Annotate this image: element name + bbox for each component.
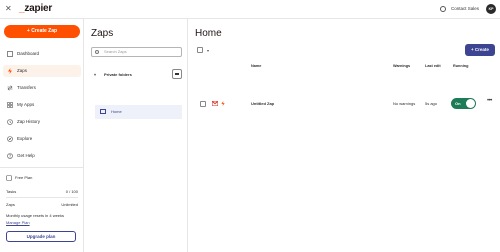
main-content: Home ▾ + Create Name Warnings Last edit … <box>188 19 500 252</box>
sidebar-item-my-apps[interactable]: My Apps <box>3 99 81 111</box>
help-icon <box>7 153 13 159</box>
column-header-warnings: Warnings <box>393 64 411 68</box>
plan-zaps-value: Unlimited <box>61 202 78 207</box>
upgrade-plan-button[interactable]: Upgrade plan <box>6 231 76 242</box>
folder-item-home[interactable]: Home <box>95 105 182 119</box>
zap-app-icon <box>221 101 225 106</box>
close-icon[interactable]: ✕ <box>5 4 12 14</box>
zap-last-edit: 5s ago <box>425 101 438 106</box>
plan-progress-divider <box>6 197 78 198</box>
dashboard-icon <box>7 51 13 57</box>
private-folders-header[interactable]: ▾ Private folders <box>91 69 182 80</box>
sidebar-item-label: Explore <box>17 136 33 141</box>
create-zap-button[interactable]: + Create Zap <box>4 25 80 38</box>
explore-icon <box>7 136 13 142</box>
toggle-knob <box>466 99 475 108</box>
zapier-logo[interactable]: _zapier <box>19 3 52 15</box>
column-header-last-edit: Last edit <box>425 64 441 68</box>
column-header-name: Name <box>251 64 262 68</box>
zap-icon <box>8 68 12 74</box>
zap-name[interactable]: Untitled Zap <box>251 101 274 107</box>
avatar[interactable]: KP <box>486 4 496 14</box>
transfer-icon <box>7 85 13 91</box>
row-checkbox[interactable] <box>200 101 206 107</box>
sidebar: + Create Zap Dashboard Zaps Transfers My… <box>0 19 84 252</box>
select-all-checkbox[interactable] <box>197 47 203 53</box>
zap-warnings: No warnings <box>393 101 416 106</box>
sidebar-item-label: Transfers <box>17 85 36 90</box>
chevron-down-icon[interactable]: ▾ <box>207 48 209 53</box>
search-icon <box>95 50 99 54</box>
create-button[interactable]: + Create <box>465 44 495 56</box>
manage-plan-link[interactable]: Manage Plan <box>6 220 78 226</box>
sidebar-item-zaps[interactable]: Zaps <box>3 65 81 77</box>
usage-reset-note: Monthly usage resets in 4 weeks <box>6 213 65 218</box>
folders-panel: Zaps Search Zaps ▾ Private folders Home <box>84 19 188 252</box>
contact-sales-link[interactable]: Contact Sales <box>451 6 479 12</box>
sidebar-item-label: Zaps <box>17 68 28 73</box>
search-input[interactable]: Search Zaps <box>91 47 182 57</box>
sidebar-item-dashboard[interactable]: Dashboard <box>3 48 81 60</box>
gmail-icon <box>212 101 218 106</box>
sidebar-item-get-help[interactable]: Get Help <box>3 150 81 162</box>
top-bar: ✕ _zapier Contact Sales KP <box>0 0 500 19</box>
folder-icon <box>100 109 106 114</box>
sidebar-item-label: Zap History <box>17 119 41 124</box>
plan-tasks-row: Tasks 0 / 100 <box>6 189 78 194</box>
column-header-running: Running <box>453 64 469 68</box>
sidebar-item-label: My Apps <box>17 102 35 107</box>
folder-title: Home <box>195 28 222 39</box>
running-toggle[interactable]: On <box>451 98 476 109</box>
more-options-icon[interactable]: ••• <box>487 98 492 104</box>
sidebar-item-zap-history[interactable]: Zap History <box>3 116 81 128</box>
plan-name: Free Plan <box>6 175 78 181</box>
page-title: Zaps <box>91 28 114 39</box>
sidebar-item-label: Get Help <box>17 153 35 158</box>
table-row[interactable]: Untitled Zap No warnings 5s ago On ••• <box>195 94 495 114</box>
plan-zaps-row: Zaps Unlimited <box>6 202 78 207</box>
new-folder-button[interactable] <box>172 69 182 79</box>
sidebar-item-explore[interactable]: Explore <box>3 133 81 145</box>
sidebar-divider <box>0 167 84 168</box>
sidebar-item-transfers[interactable]: Transfers <box>3 82 81 94</box>
search-placeholder: Search Zaps <box>104 49 127 54</box>
apps-icon <box>7 102 13 108</box>
chevron-down-icon[interactable]: ▾ <box>94 69 96 80</box>
globe-icon[interactable] <box>440 6 446 12</box>
plan-icon <box>6 175 12 181</box>
history-icon <box>7 119 13 125</box>
sidebar-item-label: Dashboard <box>17 51 40 56</box>
plan-tasks-value: 0 / 100 <box>65 189 78 194</box>
